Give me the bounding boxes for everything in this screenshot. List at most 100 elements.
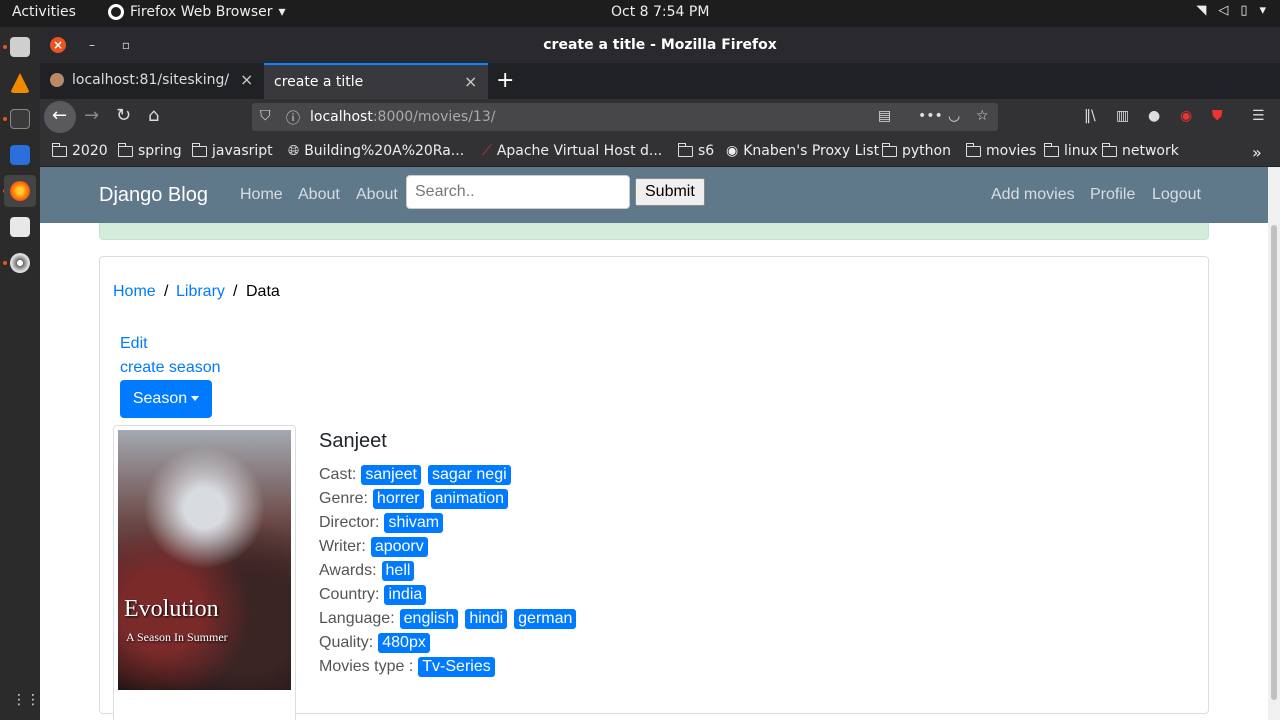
bookmark-javasript[interactable]: javasript bbox=[191, 142, 273, 159]
firefox-icon bbox=[108, 4, 124, 20]
url-text: localhost:8000/movies/13/ bbox=[310, 109, 495, 125]
folder-icon bbox=[191, 142, 207, 157]
bookmark-label: python bbox=[902, 143, 951, 159]
tab-sitesking[interactable]: localhost:81/sitesking/ × bbox=[40, 63, 264, 99]
field-label: Quality: bbox=[319, 634, 374, 651]
breadcrumb-separator: / bbox=[233, 283, 238, 300]
create-season-link[interactable]: create season bbox=[120, 359, 221, 377]
badge[interactable]: apoorv bbox=[370, 537, 428, 557]
badge[interactable]: horrer bbox=[372, 489, 424, 509]
badge[interactable]: hindi bbox=[465, 609, 508, 629]
breadcrumb-library-link[interactable]: Library bbox=[176, 283, 225, 300]
url-host: localhost bbox=[310, 109, 373, 125]
badge[interactable]: Tv-Series bbox=[418, 657, 495, 677]
clock[interactable]: Oct 8 7:54 PM bbox=[611, 4, 709, 20]
bookmark-label: Building%20A%20Ra... bbox=[304, 143, 465, 159]
badge[interactable]: german bbox=[514, 609, 577, 629]
field-country: Country: india bbox=[319, 585, 433, 605]
url-bar[interactable]: ⛉ ⓘ localhost:8000/movies/13/ ▤ ••• ◡ ☆ bbox=[252, 103, 998, 131]
more-actions-icon[interactable]: ••• bbox=[918, 108, 943, 124]
home-icon[interactable]: ⌂ bbox=[148, 105, 159, 126]
battery-icon: ▯ bbox=[1240, 3, 1248, 18]
files-icon[interactable] bbox=[10, 37, 30, 57]
field-genre: Genre: horrer animation bbox=[319, 489, 515, 509]
pocket-icon[interactable]: ◡ bbox=[948, 108, 960, 124]
scrollbar-thumb[interactable] bbox=[1271, 225, 1277, 700]
bookmark-knaben[interactable]: ◉ Knaben's Proxy List bbox=[726, 143, 879, 159]
info-icon[interactable]: ⓘ bbox=[286, 108, 300, 128]
extension-icon[interactable]: ◉ bbox=[1180, 108, 1192, 124]
favicon-icon bbox=[50, 73, 64, 87]
nav-about-2[interactable]: About bbox=[356, 186, 398, 204]
nav-add-movies[interactable]: Add movies bbox=[991, 186, 1075, 204]
document-viewer-icon[interactable] bbox=[10, 217, 30, 237]
forward-arrow-icon[interactable]: → bbox=[84, 105, 99, 126]
bookmark-network[interactable]: network bbox=[1101, 142, 1179, 159]
nav-about[interactable]: About bbox=[298, 186, 340, 204]
field-label: Cast: bbox=[319, 466, 357, 483]
site-brand[interactable]: Django Blog bbox=[99, 184, 208, 207]
app-menu[interactable]: Firefox Web Browser ▾ bbox=[108, 4, 286, 20]
bookmarks-overflow-icon[interactable]: » bbox=[1252, 143, 1262, 162]
reload-icon[interactable]: ↻ bbox=[116, 105, 131, 126]
terminal-icon[interactable] bbox=[10, 109, 30, 129]
search-input[interactable] bbox=[406, 175, 630, 209]
badge[interactable]: 480px bbox=[378, 633, 430, 653]
badge[interactable]: hell bbox=[381, 561, 415, 581]
activities-button[interactable]: Activities bbox=[12, 4, 76, 20]
bookmark-linux[interactable]: linux bbox=[1043, 142, 1098, 159]
badge[interactable]: india bbox=[384, 585, 427, 605]
bookmark-2020[interactable]: 2020 bbox=[51, 142, 108, 159]
badge[interactable]: shivam bbox=[384, 513, 444, 533]
account-icon[interactable]: ● bbox=[1148, 108, 1160, 124]
text-editor-icon[interactable] bbox=[10, 145, 30, 165]
movie-poster: Evolution A Season In Summer bbox=[113, 425, 296, 720]
library-icon[interactable]: ‖\ bbox=[1084, 108, 1096, 124]
nav-home[interactable]: Home bbox=[240, 186, 283, 204]
volume-icon: ◁ bbox=[1218, 3, 1229, 18]
back-arrow-icon: ← bbox=[52, 105, 68, 126]
field-label: Director: bbox=[319, 514, 380, 531]
field-movies-type: Movies type : Tv-Series bbox=[319, 657, 502, 677]
breadcrumb-home-link[interactable]: Home bbox=[113, 283, 156, 300]
bookmark-label: s6 bbox=[698, 143, 715, 159]
tab-close-icon[interactable]: × bbox=[240, 70, 253, 89]
submit-button[interactable]: Submit bbox=[635, 178, 705, 206]
menu-icon[interactable]: ☰ bbox=[1252, 108, 1265, 124]
firefox-icon[interactable] bbox=[10, 181, 30, 201]
badge[interactable]: english bbox=[399, 609, 459, 629]
disc-icon[interactable] bbox=[10, 253, 30, 273]
season-dropdown-button[interactable]: Season bbox=[120, 380, 212, 418]
bookmark-spring[interactable]: spring bbox=[117, 142, 182, 159]
field-label: Country: bbox=[319, 586, 380, 603]
nav-logout[interactable]: Logout bbox=[1152, 186, 1201, 204]
chevron-down-icon: ▾ bbox=[278, 4, 286, 20]
edit-link[interactable]: Edit bbox=[120, 335, 148, 353]
bookmark-s6[interactable]: s6 bbox=[677, 142, 715, 159]
bookmark-star-icon[interactable]: ☆ bbox=[976, 108, 989, 124]
window-title: create a title - Mozilla Firefox bbox=[543, 37, 777, 53]
shield-icon[interactable]: ⛉ bbox=[260, 108, 271, 124]
tab-close-icon[interactable]: × bbox=[464, 72, 477, 91]
dock: ⋮⋮⋮ bbox=[0, 27, 54, 720]
folder-icon bbox=[677, 142, 693, 157]
system-tray[interactable]: ◥ ◁ ▯ ▾ bbox=[1196, 3, 1266, 18]
bookmark-building[interactable]: 🌐︎ Building%20A%20Ra... bbox=[288, 143, 464, 159]
sidebar-icon[interactable]: ▥ bbox=[1116, 108, 1129, 124]
bookmark-movies[interactable]: movies bbox=[965, 142, 1036, 159]
ublock-icon[interactable]: ⛊ bbox=[1212, 108, 1223, 124]
tab-create-a-title[interactable]: create a title × bbox=[264, 63, 488, 99]
badge[interactable]: sagar negi bbox=[427, 465, 511, 485]
new-tab-icon[interactable]: + bbox=[496, 68, 514, 93]
reader-view-icon[interactable]: ▤ bbox=[878, 108, 891, 124]
bookmark-label: Apache Virtual Host d... bbox=[496, 143, 663, 159]
page-scrollbar[interactable] bbox=[1268, 167, 1280, 720]
bookmark-python[interactable]: python bbox=[881, 142, 951, 159]
badge[interactable]: animation bbox=[430, 489, 508, 509]
vlc-icon[interactable] bbox=[10, 73, 30, 93]
chevron-down-icon: ▾ bbox=[1259, 3, 1266, 18]
badge[interactable]: sanjeet bbox=[361, 465, 421, 485]
bookmark-apache[interactable]: ⟋ Apache Virtual Host d... bbox=[482, 143, 662, 159]
nav-profile[interactable]: Profile bbox=[1090, 186, 1135, 204]
field-label: Language: bbox=[319, 610, 395, 627]
